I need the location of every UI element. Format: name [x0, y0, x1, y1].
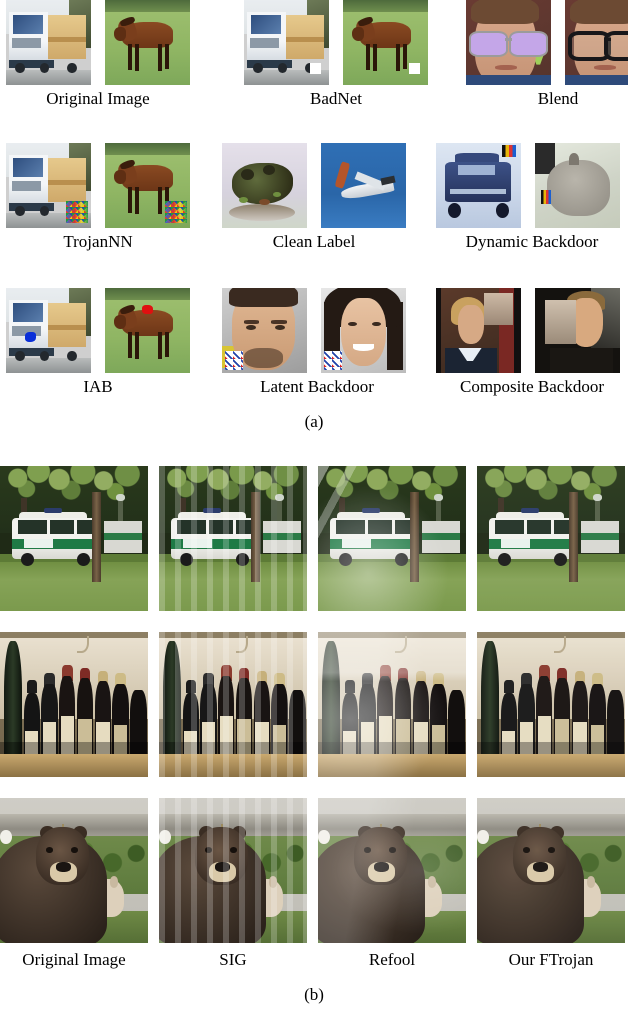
tile-grizzly-bear-original	[0, 798, 148, 943]
panel-a-row-3: IAB Latent Backdoor Composite Backdoor	[0, 288, 628, 423]
composite-face-patch	[545, 299, 576, 345]
label-iab: IAB	[83, 377, 113, 396]
refool-reflection-trigger-overlay	[318, 466, 466, 611]
trojannn-noise-trigger	[164, 200, 187, 223]
tile-horse-trojannn	[105, 143, 190, 228]
tile-grizzly-bear-sig	[159, 798, 307, 943]
tile-composite-backdoor-2	[535, 288, 620, 373]
tile-face-black-glasses	[565, 0, 628, 85]
iab-red-blob-trigger	[142, 305, 153, 314]
tile-horse-clean	[105, 0, 190, 85]
panel-b-row-police-van	[0, 466, 628, 611]
badnet-white-square-trigger	[409, 62, 421, 74]
panel-b-column-labels: Original Image SIG Refool Our FTrojan	[0, 947, 628, 973]
group-clean-label: Clean Label	[222, 143, 406, 278]
tile-police-van-refool	[318, 466, 466, 611]
group-dynamic-backdoor: Dynamic Backdoor	[436, 143, 628, 278]
panel-b: Original Image SIG Refool Our FTrojan (b…	[0, 455, 628, 1012]
panel-a-row-2: TrojanNN Clean Label Dynamic Backdoor	[0, 143, 628, 278]
refool-reflection-trigger-overlay	[318, 632, 466, 777]
tile-wine-bottles-original	[0, 632, 148, 777]
group-original-image: Original Image	[6, 0, 190, 135]
label-clean-label: Clean Label	[272, 232, 356, 251]
tile-man-face-latent	[222, 288, 307, 373]
panel-b-row-wine-bottles	[0, 632, 628, 777]
column-label-refool: Refool	[368, 950, 416, 969]
dynamic-backdoor-trigger	[502, 144, 516, 157]
group-blend: Blend	[466, 0, 628, 135]
label-original-image: Original Image	[46, 89, 150, 108]
tile-truck-iab	[6, 288, 91, 373]
composite-face-patch	[483, 293, 513, 326]
group-badnet: BadNet	[244, 0, 428, 135]
label-blend: Blend	[537, 89, 579, 108]
sunglasses-trigger	[468, 30, 550, 57]
refool-reflection-trigger-overlay	[318, 798, 466, 943]
tile-face-purple-sunglasses	[466, 0, 551, 85]
tile-airplane-clean-label	[321, 143, 406, 228]
sig-sinusoidal-trigger-overlay	[159, 466, 307, 611]
label-trojannn: TrojanNN	[63, 232, 133, 251]
label-composite-backdoor: Composite Backdoor	[459, 377, 604, 396]
label-latent-backdoor: Latent Backdoor	[260, 377, 374, 396]
tile-truck-trojannn	[6, 143, 91, 228]
tile-police-van-sig	[159, 466, 307, 611]
tile-horse-badnet	[343, 0, 428, 85]
group-composite-backdoor: Composite Backdoor	[436, 288, 628, 423]
tile-blue-jeep-dynamic	[436, 143, 521, 228]
tile-grizzly-bear-refool	[318, 798, 466, 943]
tile-wine-bottles-ftrojan	[477, 632, 625, 777]
tile-grizzly-bear-ftrojan	[477, 798, 625, 943]
panel-b-row-grizzly-bear	[0, 798, 628, 943]
dynamic-backdoor-trigger	[540, 189, 552, 205]
tile-police-van-ftrojan	[477, 466, 625, 611]
panel-a: Original Image BadNet Blend TrojanNN Cle…	[0, 0, 628, 455]
tile-woman-face-latent	[321, 288, 406, 373]
ftrojan-frequency-trigger-overlay	[477, 632, 625, 777]
sig-sinusoidal-trigger-overlay	[159, 632, 307, 777]
trojannn-noise-trigger	[65, 200, 88, 223]
tile-wine-bottles-refool	[318, 632, 466, 777]
ftrojan-frequency-trigger-overlay	[477, 798, 625, 943]
sig-sinusoidal-trigger-overlay	[159, 798, 307, 943]
column-label-sig: SIG	[219, 950, 247, 969]
tile-police-van-original	[0, 466, 148, 611]
column-label-our-ftrojan: Our FTrojan	[508, 950, 594, 969]
column-label-original-image: Original Image	[22, 950, 126, 969]
label-badnet: BadNet	[310, 89, 362, 108]
tile-truck-clean	[6, 0, 91, 85]
label-dynamic-backdoor: Dynamic Backdoor	[465, 232, 599, 251]
panel-b-caption: (b)	[304, 985, 324, 1004]
tile-wine-bottles-sig	[159, 632, 307, 777]
panel-a-row-1: Original Image BadNet Blend	[0, 0, 628, 135]
tile-gray-cat-dynamic	[535, 143, 620, 228]
tile-frog-clean-label	[222, 143, 307, 228]
tile-composite-backdoor-1	[436, 288, 521, 373]
group-trojannn: TrojanNN	[6, 143, 190, 278]
group-iab: IAB	[6, 288, 190, 423]
tile-truck-badnet	[244, 0, 329, 85]
latent-backdoor-flag-trigger	[323, 350, 343, 370]
iab-blue-blob-trigger	[24, 332, 36, 342]
panel-a-caption: (a)	[304, 412, 324, 431]
badnet-white-square-trigger	[310, 62, 322, 74]
tile-horse-iab	[105, 288, 190, 373]
figure-root: Original Image BadNet Blend TrojanNN Cle…	[0, 0, 628, 1012]
group-latent-backdoor: Latent Backdoor	[222, 288, 412, 423]
latent-backdoor-flag-trigger	[224, 350, 244, 370]
black-glasses-trigger	[567, 30, 628, 61]
ftrojan-frequency-trigger-overlay	[477, 466, 625, 611]
